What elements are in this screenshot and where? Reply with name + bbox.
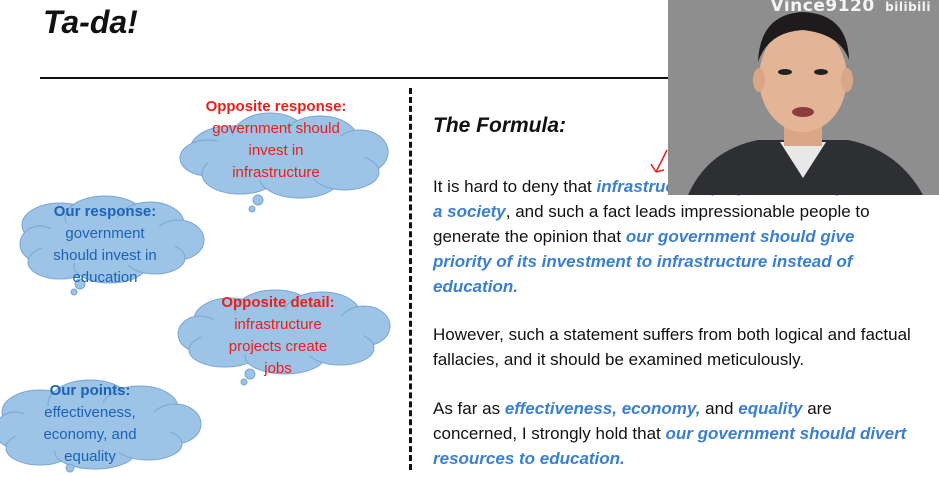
cloud-text-opposite-response: Opposite response: government should inv… bbox=[196, 96, 356, 184]
opposite-response-body: government should invest in infrastructu… bbox=[212, 120, 340, 181]
dashed-divider bbox=[409, 88, 412, 470]
our-response-heading: Our response: bbox=[53, 203, 157, 220]
opposite-response-heading: Opposite response: bbox=[205, 98, 347, 115]
opposite-detail-body: infrastructure projects create jobs bbox=[228, 316, 328, 377]
formula-heading: The Formula: bbox=[433, 114, 567, 137]
bilibili-logo: bilibili bbox=[885, 0, 931, 14]
p3-text-2: and bbox=[700, 399, 739, 418]
p3-highlight-2: economy, bbox=[621, 399, 701, 418]
p3-highlight-3: equality bbox=[738, 399, 803, 418]
cloud-text-our-response: Our response: government should invest i… bbox=[30, 201, 180, 289]
channel-name: Vince9120 bbox=[770, 0, 875, 16]
our-points-body: effectiveness, economy, and equality bbox=[43, 404, 137, 465]
our-response-body: government should invest in education bbox=[53, 225, 157, 286]
watermark-text: Vince9120 bilibili bbox=[771, 0, 932, 16]
formula-paragraph-3: As far as effectiveness, economy, and eq… bbox=[433, 396, 913, 471]
p3-highlight-1: effectiveness bbox=[504, 399, 613, 418]
p3-comma: , bbox=[612, 399, 622, 418]
opposite-detail-heading: Opposite detail: bbox=[221, 294, 335, 311]
p1-text-1: It is hard to deny that bbox=[433, 177, 597, 196]
formula-paragraph-2: However, such a statement suffers from b… bbox=[433, 325, 911, 369]
presenter-video bbox=[668, 0, 939, 195]
webcam-overlay: Vince9120 bilibili bbox=[668, 0, 939, 195]
p3-text-1: As far as bbox=[433, 399, 505, 418]
cloud-text-opposite-detail: Opposite detail: infrastructure projects… bbox=[196, 292, 360, 380]
pen-annotation-icon bbox=[650, 149, 668, 173]
cloud-text-our-points: Our points: effectiveness, economy, and … bbox=[20, 380, 160, 468]
our-points-heading: Our points: bbox=[49, 382, 131, 399]
